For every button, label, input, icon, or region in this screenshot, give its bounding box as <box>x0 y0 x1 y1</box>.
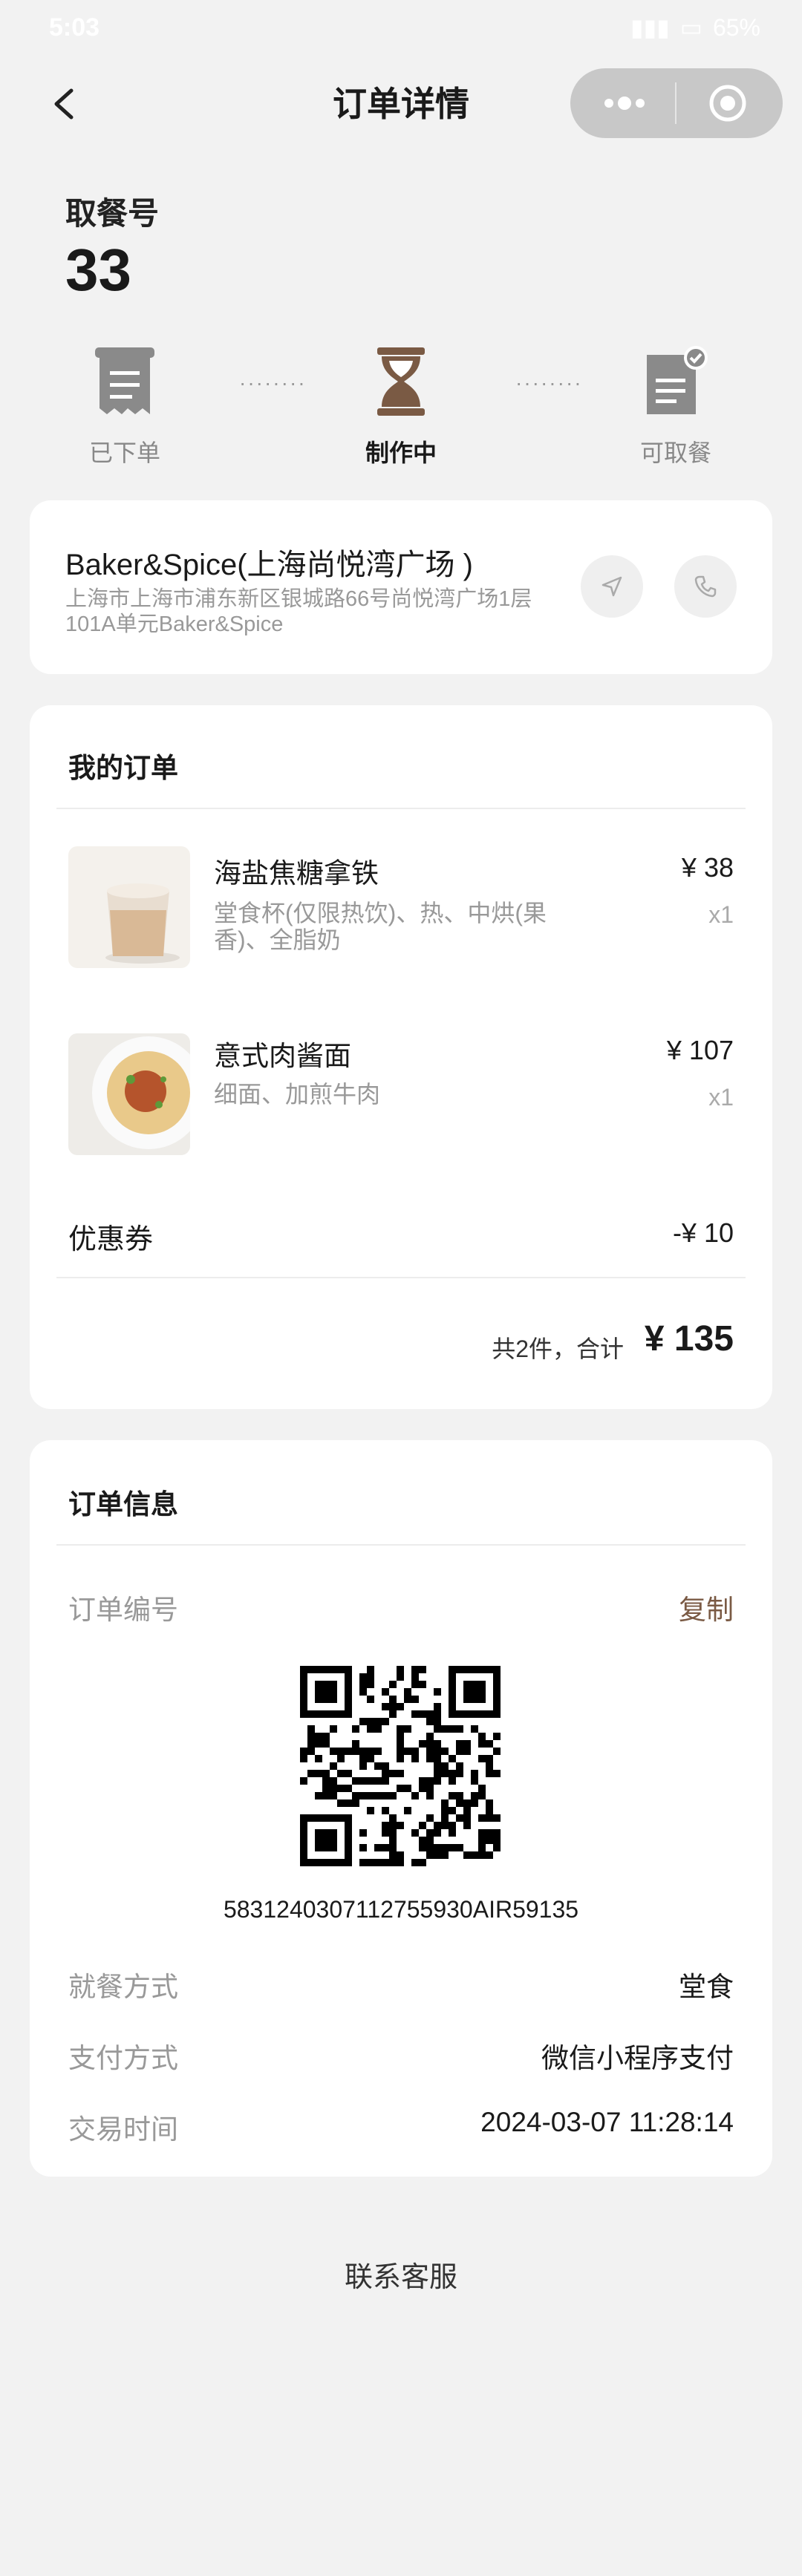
status-time: 5:03 <box>49 13 100 42</box>
payment-method-value: 微信小程序支付 <box>541 2043 734 2073</box>
item-name: 海盐焦糖拿铁 <box>214 858 379 889</box>
phone-icon <box>694 575 717 598</box>
order-number-label: 订单编号 <box>68 1595 178 1625</box>
divider <box>56 1277 746 1278</box>
payment-method-label: 支付方式 <box>68 2043 178 2073</box>
mini-program-capsule <box>570 68 783 138</box>
step-preparing-label: 制作中 <box>365 439 437 466</box>
step-ordered: 已下单 <box>50 346 199 468</box>
dining-method-value: 堂食 <box>679 1972 734 2002</box>
item-price: ¥ 107 <box>666 1035 734 1065</box>
signal-icon: ▮▮▮ <box>630 14 670 41</box>
navigation-arrow-icon <box>602 576 622 597</box>
item-price: ¥ 38 <box>681 852 734 883</box>
contact-service-button[interactable]: 联系客服 <box>0 2254 802 2295</box>
status-bar: 5:03 ▮▮▮ ▭ 65% <box>0 0 802 59</box>
qr-code-icon <box>300 1666 501 1866</box>
target-close-icon <box>709 85 746 122</box>
more-button[interactable] <box>599 88 651 118</box>
total-amount: ¥ 135 <box>644 1319 734 1359</box>
item-spec: 细面、加煎牛肉 <box>214 1081 381 1108</box>
receipt-icon <box>95 347 154 414</box>
document-check-icon <box>647 346 708 414</box>
capsule-divider <box>675 82 677 124</box>
item-image-pasta <box>68 1033 190 1155</box>
item-quantity: x1 <box>708 1084 734 1111</box>
store-name: Baker&Spice(上海尚悦湾广场 ) <box>65 549 473 581</box>
chevron-left-icon <box>54 88 74 120</box>
back-button[interactable] <box>45 82 89 126</box>
dining-method-label: 就餐方式 <box>68 1972 178 2002</box>
item-image-latte <box>68 846 190 968</box>
divider <box>56 808 746 809</box>
store-address: 上海市上海市浦东新区银城路66号尚悦湾广场1层101A单元Baker&Spice <box>65 587 532 636</box>
step-connector: ········ <box>239 371 307 394</box>
battery-level: 65% <box>712 13 760 41</box>
coupon-value: -¥ 10 <box>672 1217 734 1248</box>
item-quantity: x1 <box>708 901 734 928</box>
pickup-number: 33 <box>65 237 131 303</box>
latte-cup-image <box>105 883 180 964</box>
step-preparing: 制作中 <box>327 346 475 468</box>
step-connector: ········ <box>515 371 583 394</box>
hourglass-icon <box>377 347 425 416</box>
total-summary-label: 共2件，合计 <box>492 1336 624 1362</box>
pasta-plate-image <box>92 1036 190 1149</box>
coupon-label: 优惠券 <box>68 1224 154 1255</box>
step-ready-label: 可取餐 <box>639 439 711 466</box>
item-spec: 堂食杯(仅限热饮)、热、中烘(果香)、全脂奶 <box>214 900 547 953</box>
step-ready: 可取餐 <box>602 346 750 468</box>
call-button[interactable] <box>674 555 737 618</box>
order-info-title: 订单信息 <box>68 1489 178 1520</box>
transaction-time-value: 2024-03-07 11:28:14 <box>480 2107 734 2137</box>
step-ordered-label: 已下单 <box>88 439 160 466</box>
navigate-button[interactable] <box>581 555 643 618</box>
copy-button[interactable]: 复制 <box>659 1587 734 1627</box>
item-name: 意式肉酱面 <box>214 1041 351 1071</box>
divider <box>56 1544 746 1546</box>
order-number: 5831240307112755930AIR59135 <box>223 1896 579 1923</box>
close-miniprogram-button[interactable] <box>707 82 749 124</box>
battery-icon: ▭ <box>679 14 702 41</box>
pickup-label: 取餐号 <box>65 196 160 231</box>
order-qr-code <box>300 1666 501 1866</box>
status-icons: ▮▮▮ ▭ 65% <box>630 13 760 42</box>
more-dots-icon <box>604 97 645 110</box>
transaction-time-label: 交易时间 <box>68 2114 178 2145</box>
order-section-title: 我的订单 <box>68 753 178 783</box>
